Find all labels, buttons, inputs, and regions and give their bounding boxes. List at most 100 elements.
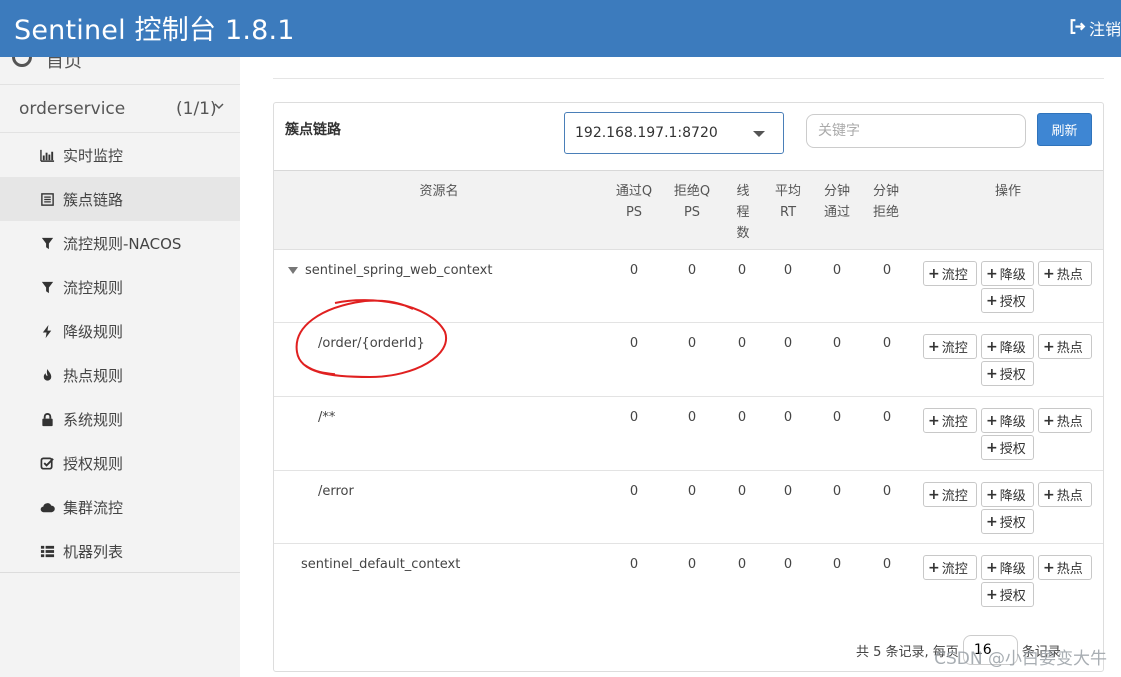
button-label: 热点: [1056, 489, 1083, 504]
flow-control-button[interactable]: + 流控: [923, 261, 977, 286]
authority-button[interactable]: + 授权: [981, 361, 1034, 386]
table-row: sentinel_spring_web_context 0 0 0 0 0 0 + 流控 + 降级 +…: [274, 250, 1103, 323]
header-line: 分钟: [872, 184, 899, 199]
filter-icon: [38, 235, 56, 251]
degrade-button[interactable]: + 降级: [981, 261, 1034, 286]
sidebar-item-label: 首页: [46, 57, 82, 72]
plus-icon: +: [986, 513, 998, 530]
resource-name: /**: [318, 410, 336, 425]
avg-rt-cell: 0: [783, 484, 793, 499]
content-divider: [273, 78, 1104, 79]
header-line: 通过: [823, 205, 850, 220]
sidebar-item-realtime-monitor[interactable]: 实时监控: [0, 133, 240, 177]
plus-icon: +: [1043, 486, 1055, 503]
app-name: orderservice: [19, 99, 126, 119]
button-label: 热点: [1056, 268, 1083, 283]
sidebar-item-label: 簇点链路: [63, 190, 124, 209]
plus-icon: +: [986, 586, 998, 603]
app-title[interactable]: Sentinel 控制台 1.8.1: [14, 8, 295, 47]
sidebar-item-flow-rules-nacos[interactable]: 流控规则-NACOS: [0, 221, 240, 265]
column-header-avg-rt: 平均 RT: [770, 181, 806, 223]
app-group-header[interactable]: orderservice (1/1): [0, 85, 240, 133]
sidebar: 首页 orderservice (1/1) 实时监控 簇点链路 流控规则-NAC…: [0, 57, 240, 677]
column-header-ops: 操作: [994, 184, 1021, 199]
main-content: 簇点链路 192.168.197.1:8720 刷新 资源名 通过Q PS 拒绝…: [240, 57, 1121, 677]
plus-icon: +: [928, 412, 940, 429]
sidebar-item-system-rules[interactable]: 系统规则: [0, 397, 240, 441]
sidebar-item-label: 流控规则: [63, 278, 124, 297]
button-label: 授权: [999, 589, 1026, 604]
plus-icon: +: [1043, 338, 1055, 355]
check-icon: [38, 455, 56, 471]
plus-icon: +: [986, 292, 998, 309]
degrade-button[interactable]: + 降级: [981, 334, 1034, 359]
minute-block-cell: 0: [882, 484, 892, 499]
header-line: 数: [736, 226, 750, 241]
keyword-search-input[interactable]: [806, 114, 1026, 148]
sidebar-item-label: 降级规则: [63, 322, 124, 341]
sidebar-item-home[interactable]: 首页: [0, 57, 240, 85]
sidebar-item-cluster-flow[interactable]: 集群流控: [0, 485, 240, 529]
machine-select[interactable]: 192.168.197.1:8720: [564, 112, 784, 154]
sidebar-item-cluster-point-link[interactable]: 簇点链路: [0, 177, 240, 221]
sign-out-icon: [1069, 18, 1086, 39]
button-label: 热点: [1056, 562, 1083, 577]
sidebar-item-degrade-rules[interactable]: 降级规则: [0, 309, 240, 353]
authority-button[interactable]: + 授权: [981, 288, 1034, 313]
sidebar-item-flow-rules[interactable]: 流控规则: [0, 265, 240, 309]
chevron-down-icon[interactable]: [214, 99, 224, 113]
block-qps-cell: 0: [687, 557, 697, 572]
minute-pass-cell: 0: [832, 263, 842, 278]
column-header-resource: 资源名: [419, 184, 459, 199]
sidebar-item-label: 实时监控: [63, 146, 124, 165]
hotspot-button[interactable]: + 热点: [1038, 482, 1092, 507]
degrade-button[interactable]: + 降级: [981, 555, 1034, 580]
resource-name-cell: /**: [318, 410, 335, 425]
plus-icon: +: [986, 365, 998, 382]
hotspot-button[interactable]: + 热点: [1038, 261, 1092, 286]
plus-icon: +: [928, 338, 940, 355]
header-line: RT: [779, 205, 797, 220]
app-machine-count: (1/1): [176, 99, 217, 119]
table-row: sentinel_default_context 0 0 0 0 0 0 + 流控 + 降级 + 热点 +…: [274, 544, 1103, 624]
tree-toggle-icon[interactable]: [288, 267, 298, 274]
refresh-button[interactable]: 刷新: [1037, 113, 1092, 146]
degrade-button[interactable]: + 降级: [981, 482, 1034, 507]
block-qps-cell: 0: [687, 263, 697, 278]
resource-name: /order/{orderId}: [318, 336, 425, 351]
sidebar-item-auth-rules[interactable]: 授权规则: [0, 441, 240, 485]
hotspot-button[interactable]: + 热点: [1038, 408, 1092, 433]
minute-pass-cell: 0: [832, 557, 842, 572]
flow-control-button[interactable]: + 流控: [923, 482, 977, 507]
flow-control-button[interactable]: + 流控: [923, 555, 977, 580]
degrade-button[interactable]: + 降级: [981, 408, 1034, 433]
button-label: 降级: [999, 268, 1026, 283]
sidebar-item-machine-list[interactable]: 机器列表: [0, 529, 240, 573]
sidebar-item-label: 流控规则-NACOS: [63, 234, 182, 253]
authority-button[interactable]: + 授权: [981, 435, 1034, 460]
button-label: 流控: [941, 341, 968, 356]
button-label: 降级: [999, 341, 1026, 356]
authority-button[interactable]: + 授权: [981, 509, 1034, 534]
table-row: /** 0 0 0 0 0 0 + 流控 + 降级 + 热点 + 授权: [274, 397, 1103, 471]
th-list-icon: [38, 543, 56, 559]
threads-cell: 0: [737, 263, 747, 278]
hotspot-button[interactable]: + 热点: [1038, 334, 1092, 359]
plus-icon: +: [928, 265, 940, 282]
plus-icon: +: [928, 559, 940, 576]
resource-name-cell: /order/{orderId}: [318, 336, 425, 351]
column-header-minute-block: 分钟 拒绝: [868, 181, 904, 223]
button-label: 授权: [999, 368, 1026, 383]
flow-control-button[interactable]: + 流控: [923, 408, 977, 433]
hotspot-button[interactable]: + 热点: [1038, 555, 1092, 580]
sidebar-item-label: 热点规则: [63, 366, 124, 385]
column-header-block-qps: 拒绝Q PS: [667, 181, 717, 223]
authority-button[interactable]: + 授权: [981, 582, 1034, 607]
header-line: 拒绝: [872, 205, 899, 220]
header-line: 拒绝Q: [673, 184, 711, 199]
flow-control-button[interactable]: + 流控: [923, 334, 977, 359]
logout-button[interactable]: 注销: [1069, 16, 1121, 40]
sidebar-item-hotspot-rules[interactable]: 热点规则: [0, 353, 240, 397]
plus-icon: +: [986, 486, 998, 503]
sidebar-item-label: 机器列表: [63, 542, 124, 561]
